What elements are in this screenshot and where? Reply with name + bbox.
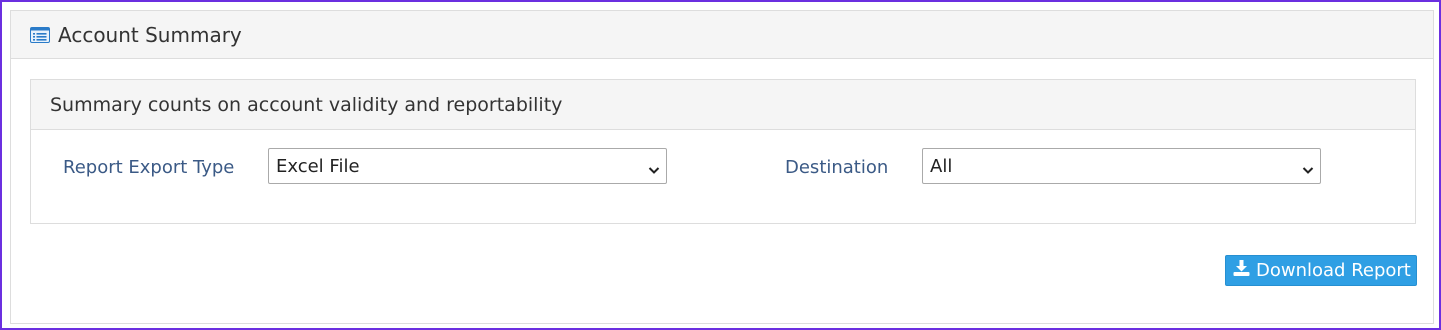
chevron-down-icon [1302,160,1314,174]
panel-header: Account Summary [11,11,1433,59]
page-title: Account Summary [58,22,242,47]
destination-label: Destination [785,157,889,178]
list-icon [30,26,50,43]
download-icon [1233,260,1250,281]
account-summary-panel: Account Summary Summary counts on accoun… [10,10,1434,324]
download-report-button[interactable]: Download Report [1225,255,1417,286]
export-type-label: Report Export Type [63,157,235,178]
destination-select[interactable]: All [922,148,1321,184]
chevron-down-icon [648,160,660,174]
export-type-value: Excel File [276,155,360,177]
download-report-label: Download Report [1256,260,1411,281]
destination-value: All [930,155,953,177]
section-heading: Summary counts on account validity and r… [31,80,1415,130]
summary-section: Summary counts on account validity and r… [30,79,1416,224]
export-type-select[interactable]: Excel File [268,148,667,184]
